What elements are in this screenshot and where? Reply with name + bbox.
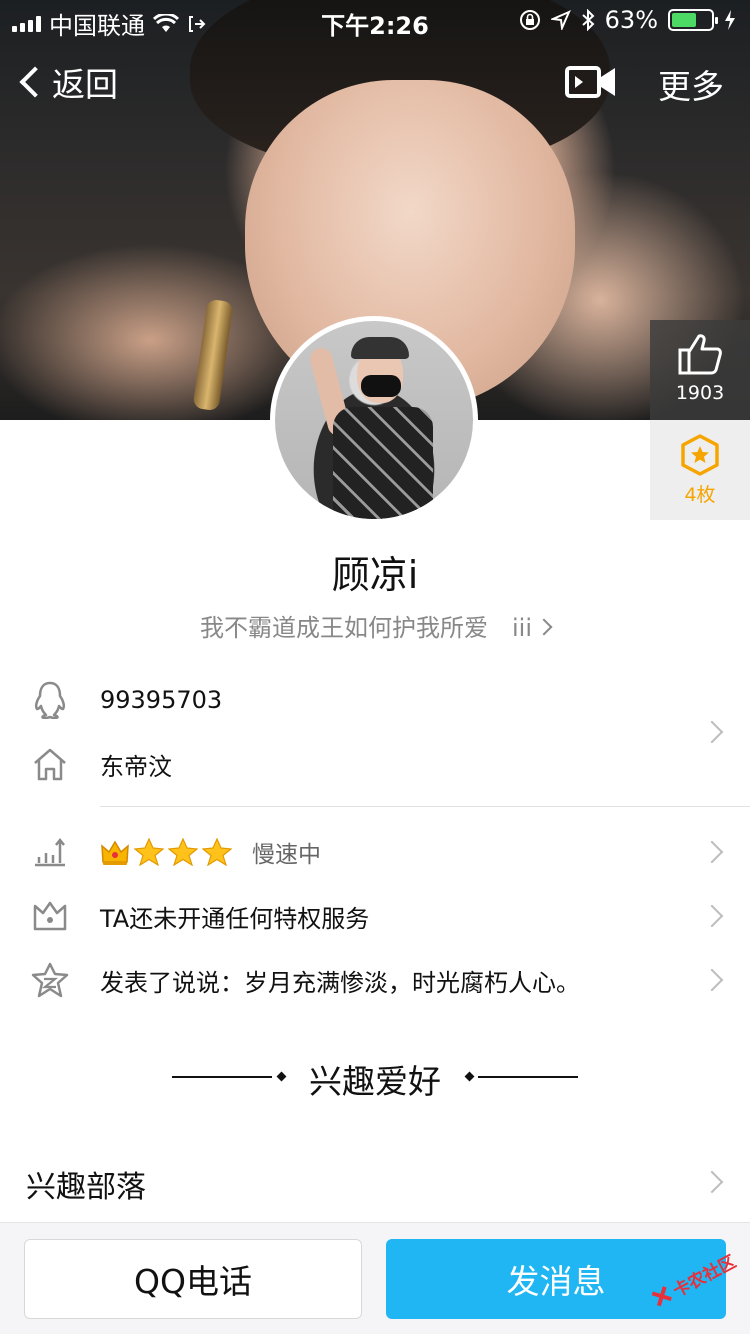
thumbs-up-icon [678, 334, 722, 375]
bottom-action-bar: QQ电话 发消息 [0, 1222, 750, 1334]
qq-call-button[interactable]: QQ电话 [24, 1239, 362, 1319]
battery-fill [672, 13, 696, 27]
battery-icon [668, 9, 718, 31]
level-chart-icon [30, 832, 70, 872]
tribe-label: 兴趣部落 [26, 1170, 146, 1205]
like-button[interactable]: 1903 [650, 320, 750, 420]
signature-row[interactable]: 我不霸道成王如何护我所爱 iii [0, 608, 750, 643]
location-row[interactable]: 东帝汶 [0, 732, 750, 796]
qq-number-row: 99395703 [0, 668, 750, 732]
chevron-right-icon [700, 904, 724, 928]
badge-count: 4枚 [684, 484, 716, 506]
star-icon [202, 838, 232, 866]
location-text: 东帝汶 [100, 752, 172, 781]
hobbies-section-header: 兴趣爱好 [0, 1055, 750, 1101]
cover-photo-bracelet [192, 298, 234, 412]
post-row[interactable]: 发表了说说：岁月充满惨淡，时光腐朽人心。 [0, 948, 750, 1012]
bluetooth-icon [581, 9, 595, 31]
rotation-lock-icon [519, 10, 540, 30]
privilege-row[interactable]: TA还未开通任何特权服务 [0, 884, 750, 948]
video-icon [565, 66, 615, 98]
nav-bar: 返回 更多 [0, 50, 750, 120]
level-status: 慢速中 [252, 842, 321, 868]
qq-number: 99395703 [100, 686, 223, 714]
crown-icon [101, 840, 129, 865]
status-bar: 中国联通 下午2:26 63% [0, 0, 750, 40]
charging-icon [725, 10, 735, 30]
like-count: 1903 [675, 382, 725, 404]
qzone-star-icon [30, 960, 70, 1000]
location-arrow-icon [550, 10, 571, 30]
badge-button[interactable]: 4枚 [650, 420, 750, 520]
privilege-text: TA还未开通任何特权服务 [100, 904, 370, 933]
back-button[interactable]: 返回 [14, 58, 118, 106]
star-icon [134, 838, 164, 866]
avatar-cap [351, 337, 409, 359]
chevron-right-icon [700, 968, 724, 992]
nickname: 顾凉i [331, 553, 419, 597]
penguin-icon [30, 680, 70, 720]
chevron-right-icon [700, 840, 724, 864]
video-cover-button[interactable] [565, 62, 617, 106]
chevron-left-icon [19, 66, 51, 98]
avatar-mask [361, 375, 401, 397]
crown-outline-icon [30, 896, 70, 936]
section-title: 兴趣爱好 [309, 1062, 441, 1101]
signature-text: 我不霸道成王如何护我所爱 iii [199, 614, 532, 642]
avatar-shirt [333, 407, 433, 519]
post-text: 发表了说说：岁月充满惨淡，时光腐朽人心。 [100, 968, 580, 997]
divider [100, 806, 750, 807]
star-icon [168, 838, 198, 866]
back-label: 返回 [52, 65, 118, 104]
divider [478, 1076, 578, 1078]
battery-percent: 63% [604, 6, 658, 34]
avatar[interactable] [270, 316, 478, 524]
more-button[interactable]: 更多 [658, 60, 724, 108]
chevron-right-icon [535, 618, 553, 636]
home-icon [30, 744, 70, 784]
star-badge-icon [681, 434, 719, 476]
interest-tribe-row[interactable]: 兴趣部落 [0, 1150, 750, 1214]
level-badges [100, 838, 232, 866]
level-row[interactable]: 慢速中 [0, 820, 750, 884]
chevron-right-icon [700, 1170, 724, 1194]
